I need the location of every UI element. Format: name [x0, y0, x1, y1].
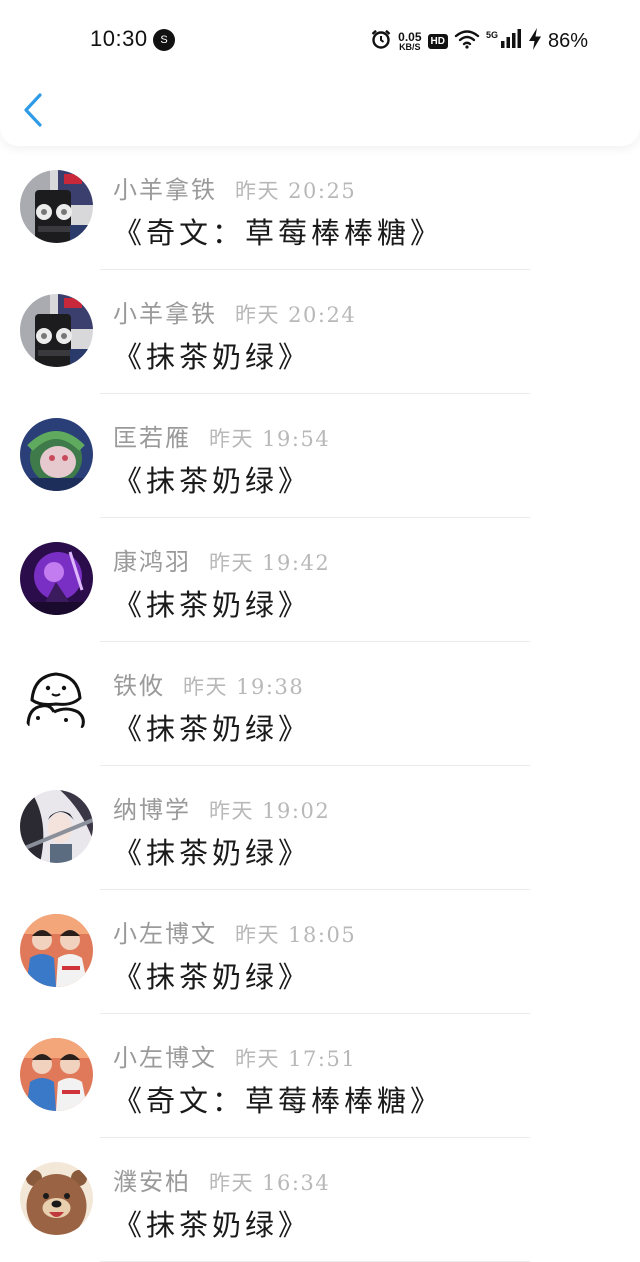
notification-badge: S [153, 29, 175, 51]
status-bar: 10:30 S 0.05 KB/S HD 5G 86% [0, 22, 640, 58]
commenter-name[interactable]: 小羊拿铁 [113, 294, 217, 329]
network-speed-value: 0.05 [398, 29, 422, 44]
back-button[interactable] [18, 90, 48, 130]
commenter-name[interactable]: 纳博学 [113, 790, 191, 825]
avatar-dragon[interactable] [20, 418, 93, 491]
avatar-brown-bear[interactable] [20, 1162, 93, 1235]
comment-row[interactable]: 小左博文 昨天 18:05 《抹茶奶绿》 [0, 890, 640, 1014]
avatar-robot-toy[interactable] [20, 170, 93, 243]
top-bar: 10:30 S 0.05 KB/S HD 5G 86% [0, 0, 640, 146]
comment-row[interactable]: 濮安柏 昨天 16:34 《抹茶奶绿》 [0, 1138, 640, 1262]
comment-time: 昨天 16:34 [209, 1171, 331, 1195]
avatar-two-boys[interactable] [20, 1038, 93, 1111]
comment-row[interactable]: 康鸿羽 昨天 19:42 《抹茶奶绿》 [0, 518, 640, 642]
comment-meta: 小羊拿铁 昨天 20:25 [113, 170, 356, 205]
comment-text: 《抹茶奶绿》 [113, 960, 312, 994]
comment-list: 小羊拿铁 昨天 20:25 《奇文：草莓棒棒糖》 小羊拿铁 昨天 20:24 《… [0, 146, 640, 1262]
comment-row[interactable]: 小左博文 昨天 17:51 《奇文：草莓棒棒糖》 [0, 1014, 640, 1138]
alarm-icon [370, 28, 392, 54]
avatar-robot-toy[interactable] [20, 294, 93, 367]
comment-text: 《抹茶奶绿》 [113, 340, 312, 374]
comment-row[interactable]: 小羊拿铁 昨天 20:24 《抹茶奶绿》 [0, 270, 640, 394]
avatar-anime-girl[interactable] [20, 790, 93, 863]
comment-time: 昨天 20:24 [235, 303, 357, 327]
comment-meta: 小左博文 昨天 18:05 [113, 914, 356, 949]
commenter-name[interactable]: 濮安柏 [113, 1162, 191, 1197]
comment-meta: 铁攸 昨天 19:38 [113, 666, 304, 701]
avatar-two-boys[interactable] [20, 914, 93, 987]
commenter-name[interactable]: 小羊拿铁 [113, 170, 217, 205]
comment-time: 昨天 19:54 [209, 427, 331, 451]
wifi-icon [454, 29, 480, 53]
commenter-name[interactable]: 匡若雁 [113, 418, 191, 453]
comment-time: 昨天 19:38 [183, 675, 305, 699]
comment-text: 《抹茶奶绿》 [113, 464, 312, 498]
commenter-name[interactable]: 康鸿羽 [113, 542, 191, 577]
comment-row[interactable]: 小羊拿铁 昨天 20:25 《奇文：草莓棒棒糖》 [0, 146, 640, 270]
status-icons: 0.05 KB/S HD 5G 86% [370, 28, 588, 54]
battery-level: 86% [547, 29, 588, 52]
comment-time: 昨天 17:51 [235, 1047, 357, 1071]
comment-row[interactable]: 纳博学 昨天 19:02 《抹茶奶绿》 [0, 766, 640, 890]
comment-text: 《奇文：草莓棒棒糖》 [113, 216, 444, 250]
comment-text: 《抹茶奶绿》 [113, 712, 312, 746]
comment-time: 昨天 18:05 [235, 923, 357, 947]
commenter-name[interactable]: 铁攸 [113, 666, 165, 701]
status-time: 10:30 [90, 26, 148, 51]
comment-time: 昨天 19:02 [209, 799, 331, 823]
comment-text: 《抹茶奶绿》 [113, 588, 312, 622]
comment-text: 《抹茶奶绿》 [113, 836, 312, 870]
comment-meta: 濮安柏 昨天 16:34 [113, 1162, 330, 1197]
charging-icon [528, 28, 542, 54]
commenter-name[interactable]: 小左博文 [113, 1038, 217, 1073]
signal-icon [500, 29, 522, 53]
comment-meta: 匡若雁 昨天 19:54 [113, 418, 330, 453]
comment-time: 昨天 20:25 [235, 179, 357, 203]
network-speed-unit: KB/S [399, 41, 421, 52]
chevron-left-icon [24, 93, 42, 127]
commenter-name[interactable]: 小左博文 [113, 914, 217, 949]
avatar-purple-warrior[interactable] [20, 542, 93, 615]
comment-meta: 小左博文 昨天 17:51 [113, 1038, 356, 1073]
comment-time: 昨天 19:42 [209, 551, 331, 575]
network-speed: 0.05 KB/S [398, 31, 421, 52]
comment-row[interactable]: 匡若雁 昨天 19:54 《抹茶奶绿》 [0, 394, 640, 518]
comment-meta: 小羊拿铁 昨天 20:24 [113, 294, 356, 329]
hd-badge: HD [427, 33, 448, 49]
avatar-doodle-faces[interactable] [20, 666, 93, 739]
comment-text: 《抹茶奶绿》 [113, 1208, 312, 1242]
comment-text: 《奇文：草莓棒棒糖》 [113, 1084, 444, 1118]
comment-row[interactable]: 铁攸 昨天 19:38 《抹茶奶绿》 [0, 642, 640, 766]
comment-meta: 纳博学 昨天 19:02 [113, 790, 330, 825]
comment-meta: 康鸿羽 昨天 19:42 [113, 542, 330, 577]
network-type: 5G [485, 30, 498, 40]
